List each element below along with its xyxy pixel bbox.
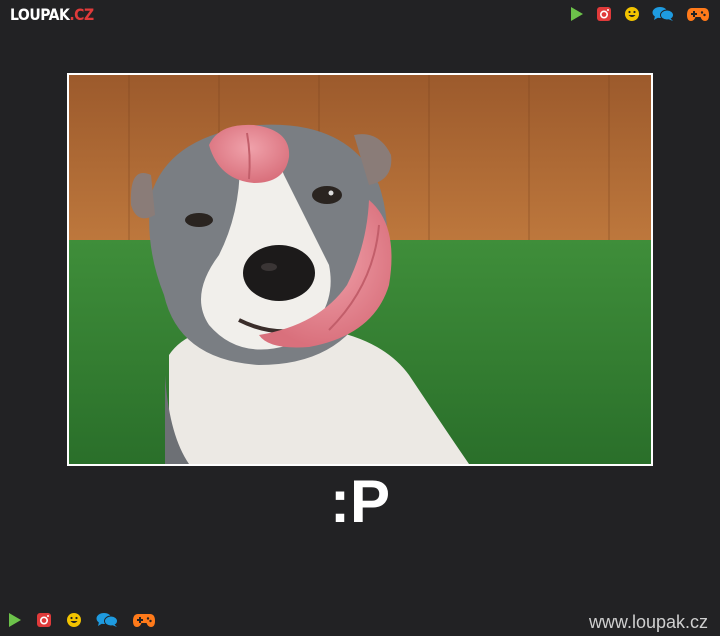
post-caption: :P [330, 468, 390, 535]
logo-text: LOUPAK [10, 6, 70, 25]
logo-tld: .CZ [69, 6, 94, 25]
gamepad-icon[interactable] [686, 6, 710, 22]
play-icon[interactable] [570, 6, 584, 22]
site-url-link[interactable]: www.loupak.cz [589, 612, 708, 632]
post-image[interactable] [67, 73, 653, 466]
smiley-icon[interactable] [624, 6, 640, 22]
header-icon-bar [570, 6, 710, 22]
chat-icon[interactable] [652, 6, 674, 22]
smiley-icon[interactable] [66, 612, 82, 628]
chat-icon[interactable] [96, 612, 118, 628]
footer-icon-bar [8, 612, 156, 628]
instagram-icon[interactable] [596, 6, 612, 22]
gamepad-icon[interactable] [132, 612, 156, 628]
instagram-icon[interactable] [36, 612, 52, 628]
dog-photo [69, 75, 651, 464]
play-icon[interactable] [8, 612, 22, 628]
site-logo[interactable]: LOUPAK.CZ [10, 6, 94, 24]
